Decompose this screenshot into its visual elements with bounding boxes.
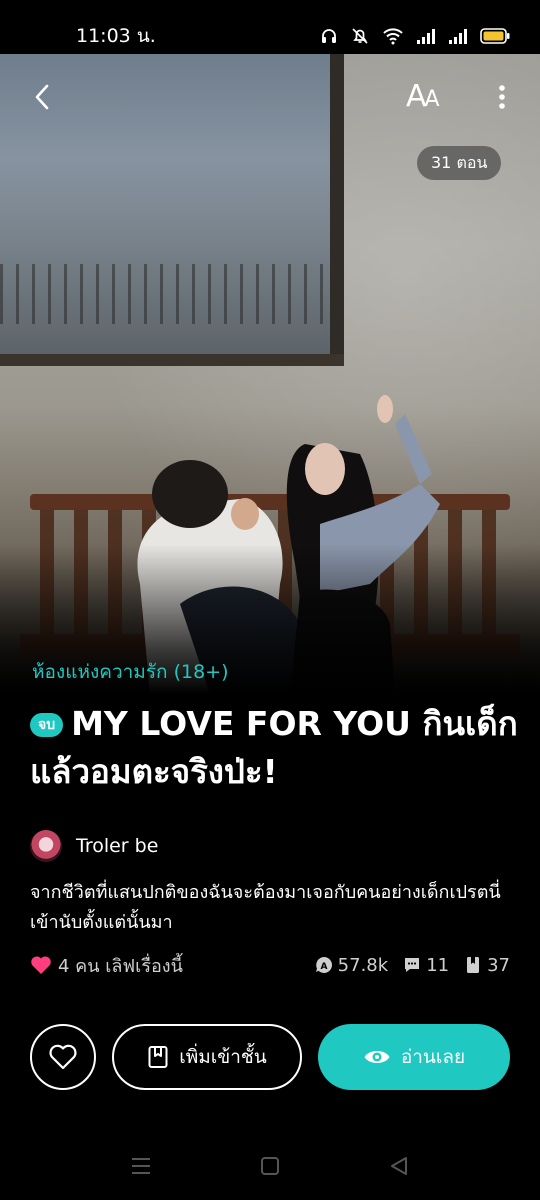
signal-icon [449, 29, 467, 44]
like-button[interactable] [30, 1024, 96, 1090]
reader-count-icon: A [315, 957, 332, 973]
font-size-button[interactable]: AA [406, 80, 448, 114]
headphones-icon [322, 29, 336, 43]
home-icon[interactable] [258, 1154, 282, 1178]
eye-icon [364, 1051, 390, 1063]
more-vertical-icon [499, 85, 505, 109]
signal-icon [417, 29, 435, 44]
battery-icon [480, 28, 510, 44]
system-nav-bar [0, 1130, 540, 1200]
mute-icon [352, 28, 368, 44]
clock: 11:03 น. [76, 25, 156, 47]
chevron-left-icon [35, 84, 49, 110]
bookmark-book-icon [148, 1046, 168, 1068]
author-avatar [30, 830, 62, 862]
novel-title-block: จบ MY LOVE FOR YOU กินเด็กแล้วอมตะจริงป่ะ… [30, 700, 520, 796]
heart-outline-icon [49, 1044, 77, 1070]
chapters-count: 37 [487, 954, 510, 976]
status-bar: 11:03 น. [0, 0, 540, 54]
likes-text: 4 คน เลิฟเรื่องนี้ [58, 955, 183, 977]
status-icons [320, 24, 510, 48]
add-to-shelf-label: เพิ่มเข้าชั้น [179, 1046, 267, 1068]
chapters-stat: 37 [463, 955, 510, 976]
views-count: 57.8k [337, 954, 389, 976]
novel-title: MY LOVE FOR YOU กินเด็กแล้วอมตะจริงป่ะ! [30, 704, 518, 791]
read-now-label: อ่านเลย [400, 1046, 466, 1068]
read-now-button[interactable]: อ่านเลย [318, 1024, 510, 1090]
comments-count: 11 [426, 954, 450, 976]
recent-apps-icon[interactable] [129, 1154, 153, 1178]
svg-text:A: A [320, 962, 327, 972]
font-size-icon-big: A [406, 79, 426, 114]
likes-stat: 4 คน เลิฟเรื่องนี้ [30, 951, 183, 980]
book-icon [467, 957, 480, 973]
completed-badge: จบ [30, 713, 64, 737]
comments-stat: 11 [402, 955, 449, 976]
author-name: Troler be [76, 835, 159, 857]
back-button[interactable] [26, 80, 60, 114]
author-row[interactable]: Troler be [30, 828, 158, 864]
views-stat: A 57.8k [314, 954, 389, 976]
wifi-icon [383, 28, 403, 45]
comment-icon [405, 958, 420, 972]
back-nav-icon[interactable] [387, 1154, 411, 1178]
novel-category[interactable]: ห้องแห่งความรัก (18+) [32, 658, 229, 686]
heart-filled-icon [31, 956, 51, 974]
episode-count-badge: 31 ตอน [417, 146, 502, 180]
stats-row: 4 คน เลิฟเรื่องนี้ A 57.8k 11 37 [30, 950, 510, 980]
font-size-icon-small: A [424, 87, 440, 112]
novel-description: จากชีวิตที่แสนปกติของฉันจะต้องมาเจอกับคน… [30, 882, 501, 933]
add-to-shelf-button[interactable]: เพิ่มเข้าชั้น [112, 1024, 302, 1090]
more-options-button[interactable] [490, 80, 514, 114]
